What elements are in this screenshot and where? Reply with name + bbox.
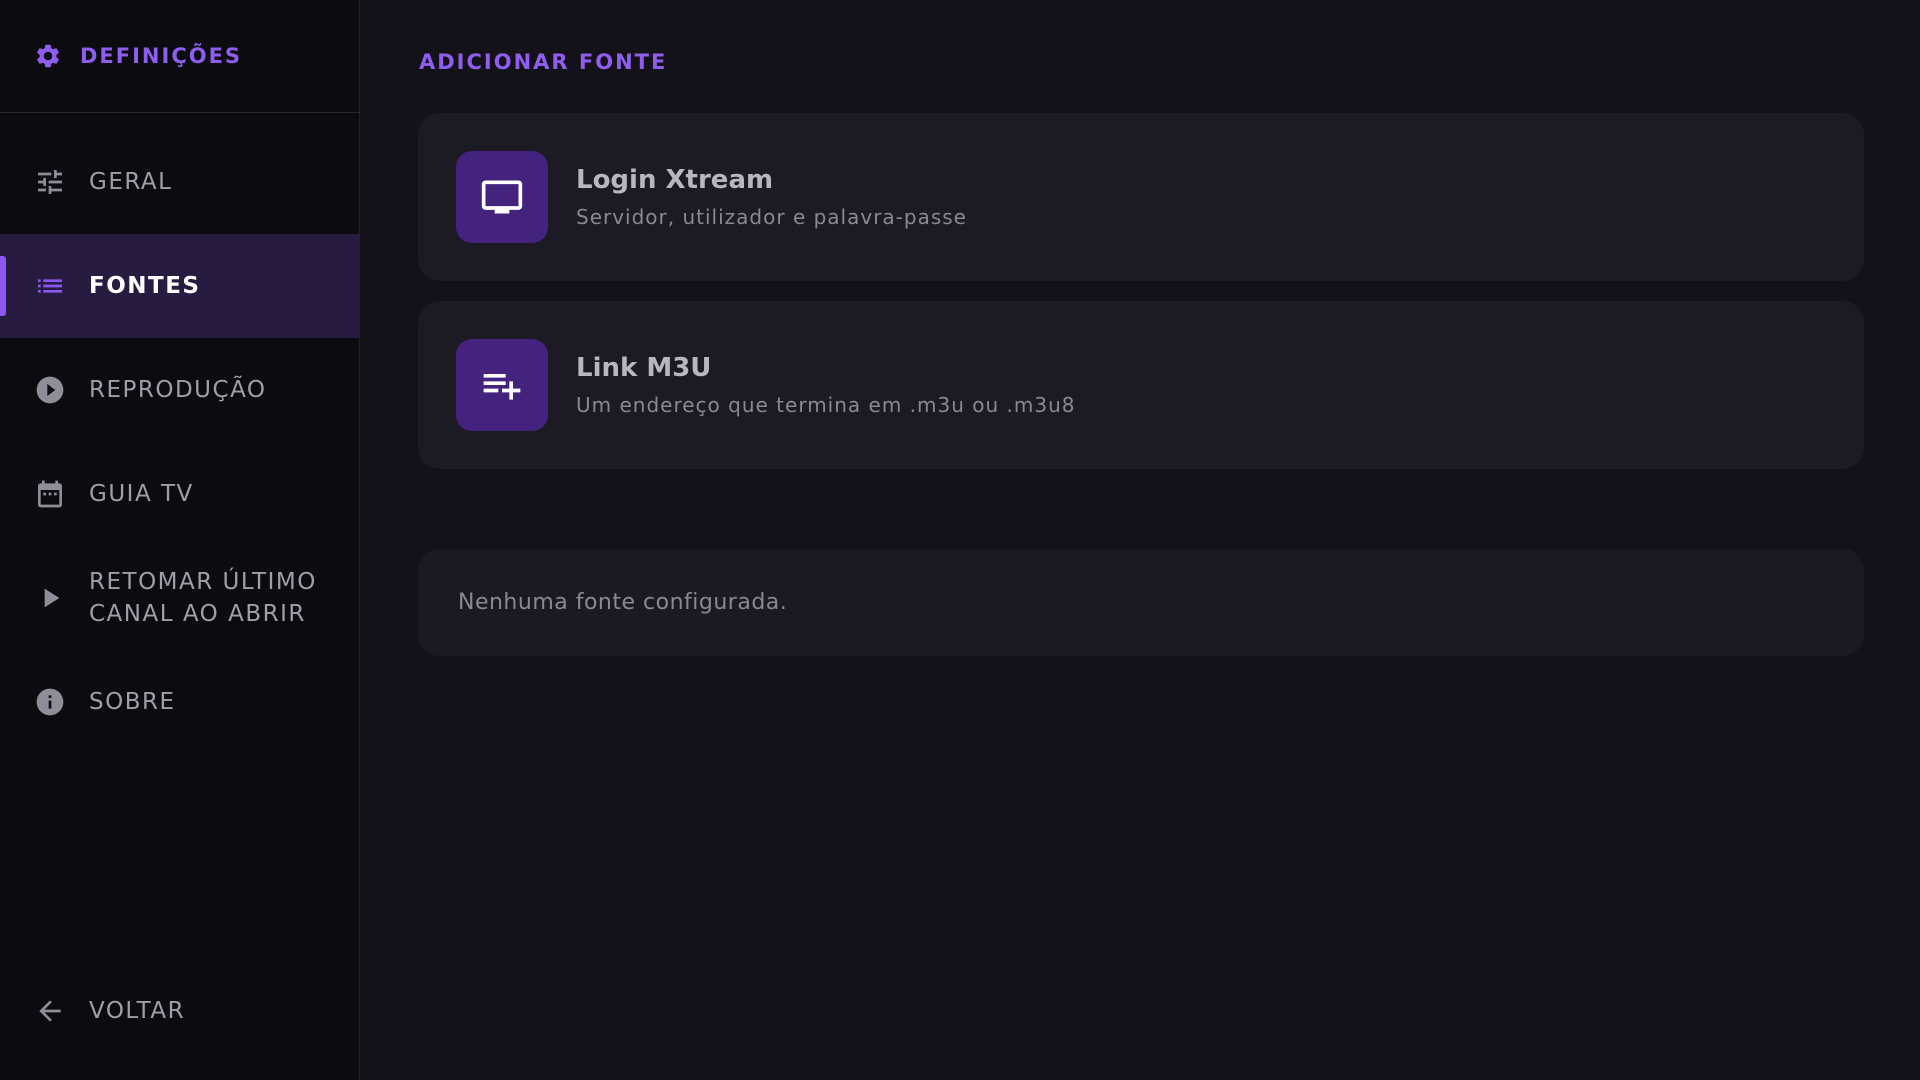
sidebar-item-label: FONTES bbox=[89, 273, 201, 299]
sidebar-item-label: REPRODUÇÃO bbox=[89, 377, 267, 403]
sidebar-item-label: SOBRE bbox=[89, 689, 176, 715]
sidebar-header: DEFINIÇÕES bbox=[0, 0, 360, 113]
sidebar-item-reproducao[interactable]: REPRODUÇÃO bbox=[0, 338, 360, 442]
card-subtitle: Um endereço que termina em .m3u ou .m3u8 bbox=[576, 393, 1076, 417]
main-content: ADICIONAR FONTE Login Xtream Servidor, u… bbox=[360, 0, 1920, 1080]
list-icon bbox=[34, 270, 66, 302]
tv-icon bbox=[456, 151, 548, 243]
link-m3u-card[interactable]: Link M3U Um endereço que termina em .m3u… bbox=[418, 301, 1864, 469]
sidebar-item-retomar-ultimo-canal[interactable]: RETOMAR ÚLTIMO CANAL AO ABRIR bbox=[0, 546, 360, 650]
play-circle-icon bbox=[34, 374, 66, 406]
playlist-add-icon bbox=[456, 339, 548, 431]
sidebar: DEFINIÇÕES GERAL FONTES REPRODUÇÃO GUIA bbox=[0, 0, 360, 1080]
app: DEFINIÇÕES GERAL FONTES REPRODUÇÃO GUIA bbox=[0, 0, 1920, 1080]
calendar-icon bbox=[34, 478, 66, 510]
back-button[interactable]: VOLTAR bbox=[0, 961, 360, 1061]
sidebar-item-geral[interactable]: GERAL bbox=[0, 130, 360, 234]
empty-sources-message: Nenhuma fonte configurada. bbox=[418, 549, 1864, 656]
sidebar-item-sobre[interactable]: SOBRE bbox=[0, 650, 360, 754]
info-icon bbox=[34, 686, 66, 718]
sidebar-item-guia-tv[interactable]: GUIA TV bbox=[0, 442, 360, 546]
gear-icon bbox=[34, 42, 62, 70]
card-subtitle: Servidor, utilizador e palavra-passe bbox=[576, 205, 967, 229]
sidebar-item-label: RETOMAR ÚLTIMO CANAL AO ABRIR bbox=[89, 569, 317, 627]
sidebar-item-label: GUIA TV bbox=[89, 481, 194, 507]
section-title: ADICIONAR FONTE bbox=[419, 50, 668, 74]
card-title: Login Xtream bbox=[576, 165, 774, 195]
sidebar-item-label: GERAL bbox=[89, 169, 173, 195]
card-title: Link M3U bbox=[576, 353, 712, 383]
arrow-back-icon bbox=[34, 995, 66, 1027]
play-arrow-icon bbox=[34, 582, 66, 614]
tune-icon bbox=[34, 166, 66, 198]
login-xtream-card[interactable]: Login Xtream Servidor, utilizador e pala… bbox=[418, 113, 1864, 281]
back-label: VOLTAR bbox=[89, 998, 186, 1024]
sidebar-title: DEFINIÇÕES bbox=[80, 44, 243, 68]
sidebar-item-fontes[interactable]: FONTES bbox=[0, 234, 360, 338]
empty-message-text: Nenhuma fonte configurada. bbox=[458, 590, 788, 615]
